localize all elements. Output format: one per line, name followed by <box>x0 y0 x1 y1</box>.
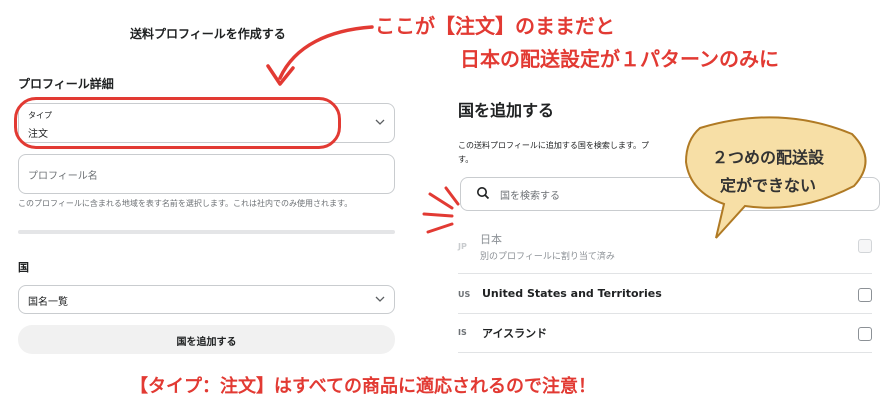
bubble-text-line1: ２つめの配送設 <box>712 148 825 167</box>
emphasis-marks-icon <box>422 186 460 234</box>
bubble-text-line2: 定ができない <box>720 176 817 195</box>
annotation-line2: 日本の配送設定が１パターンのみに <box>460 47 779 71</box>
annotation-bottom: 【タイプ：注文】はすべての商品に適応されるので注意！ <box>130 376 597 397</box>
annotation-arrow <box>278 25 374 80</box>
annotation-line1: ここが【注文】のままだと <box>375 14 615 38</box>
